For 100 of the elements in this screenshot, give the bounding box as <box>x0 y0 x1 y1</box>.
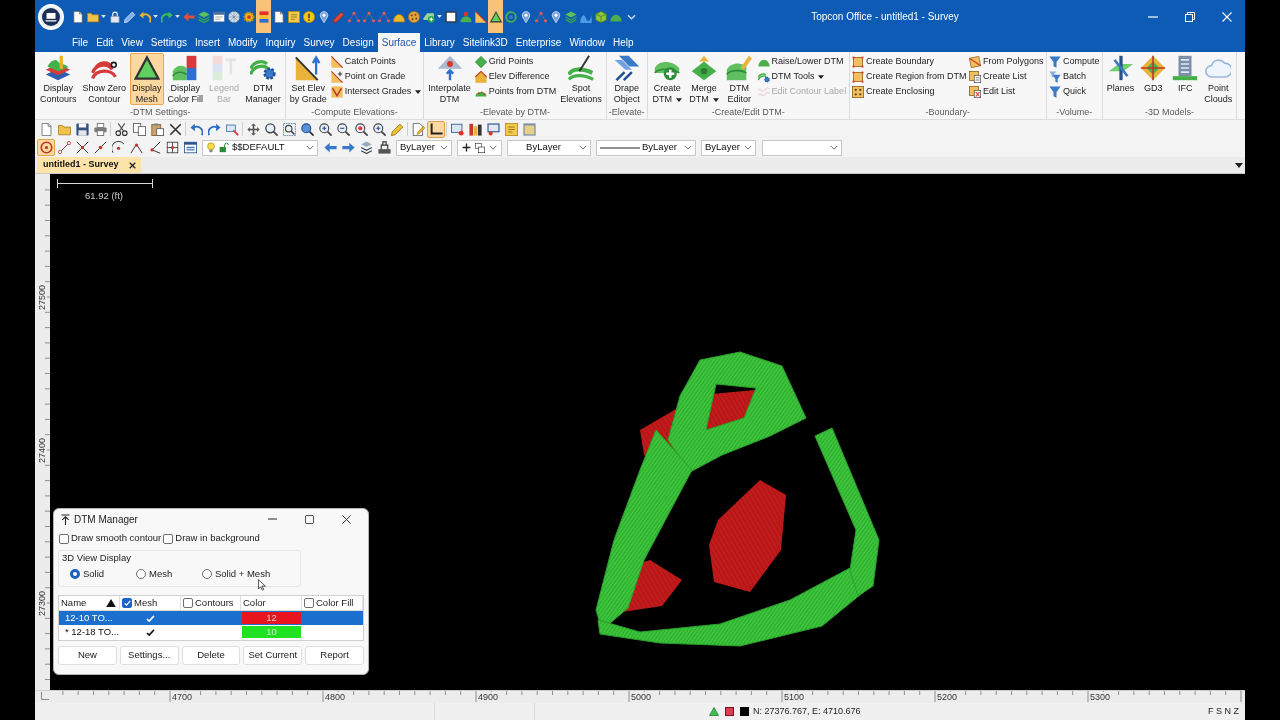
ribbon-button[interactable]: Points from DTM <box>474 84 557 99</box>
ribbon-button[interactable]: GD3 <box>1138 53 1169 105</box>
menu-item[interactable]: View <box>117 33 147 52</box>
dialog-button[interactable]: Delete <box>181 646 241 665</box>
menu-item[interactable]: Surface <box>377 33 421 52</box>
ribbon-button[interactable]: Grid Points <box>474 54 557 69</box>
radio-button[interactable] <box>70 569 80 580</box>
ribbon-button[interactable]: Compute <box>1049 54 1100 69</box>
menu-item[interactable]: Enterprise <box>511 33 566 52</box>
ribbon-button[interactable]: Interpolate DTM <box>426 53 473 105</box>
column-header[interactable]: Mesh <box>134 595 158 611</box>
scissors-button[interactable] <box>112 120 130 138</box>
linetype-dropdown[interactable]: ByLayer <box>596 139 696 156</box>
ribbon-button[interactable]: Point on Grade <box>330 69 422 84</box>
stamp-button[interactable] <box>375 139 393 156</box>
copy-button[interactable] <box>130 120 148 138</box>
ribbon-button[interactable]: IFC <box>1170 53 1201 105</box>
zoom-in-button[interactable] <box>316 120 334 138</box>
ribbon-button[interactable]: Create Region from DTM <box>852 69 967 84</box>
radio-button[interactable] <box>136 569 146 580</box>
ribbon-button[interactable]: Create List <box>969 69 1044 84</box>
document-tab[interactable]: untitled1 - Survey <box>37 157 141 173</box>
menu-item[interactable]: Survey <box>299 33 339 52</box>
ribbon-button[interactable]: Planes <box>1104 53 1137 105</box>
ribbon-button[interactable]: From Polygons <box>969 54 1044 69</box>
add-menu-button[interactable] <box>457 139 502 156</box>
list-window-button[interactable] <box>181 139 199 156</box>
checkbox[interactable] <box>59 533 69 544</box>
triangle-button[interactable] <box>488 0 503 33</box>
ribbon-button[interactable]: Display Contours <box>38 53 79 105</box>
menu-item[interactable]: Help <box>609 33 638 52</box>
menu-item[interactable]: Inquiry <box>261 33 300 52</box>
checkbox[interactable] <box>183 598 193 608</box>
dialog-button[interactable]: Set Current <box>243 646 303 665</box>
zoom-in-button[interactable] <box>370 120 388 138</box>
close-icon[interactable] <box>128 161 136 169</box>
magnifier-button[interactable] <box>352 120 370 138</box>
menu-item[interactable]: Edit <box>92 33 118 52</box>
ribbon-button[interactable]: Batch <box>1049 69 1100 84</box>
ribbon-button[interactable]: Spot Elevations <box>558 53 604 105</box>
menu-item[interactable]: Library <box>420 33 459 52</box>
magnifier-button[interactable] <box>298 120 316 138</box>
dropdown[interactable]: $$DEFAULT <box>202 139 318 156</box>
ribbon-button[interactable]: Point Clouds <box>1202 53 1235 105</box>
ribbon-button[interactable]: Intersect Grades <box>330 84 422 99</box>
ribbon-button[interactable]: Raise/Lower DTM <box>757 54 847 69</box>
save-button[interactable] <box>73 120 91 138</box>
right-angle-button[interactable] <box>427 120 445 138</box>
line-segment-button[interactable] <box>55 139 73 156</box>
ribbon-button[interactable]: Create Boundary <box>852 54 967 69</box>
note-button[interactable] <box>502 120 520 138</box>
ribbon-button[interactable]: DTM Tools <box>757 69 847 84</box>
checkbox[interactable] <box>122 598 132 608</box>
ribbon-button[interactable]: Create Enclosing <box>852 84 967 99</box>
menu-item[interactable]: Window <box>565 33 609 52</box>
dropdown[interactable]: ByLayer <box>701 139 756 156</box>
table-row[interactable]: 12-10 TO... 12 <box>59 611 363 625</box>
ribbon-button[interactable]: Show Zero Contour <box>80 53 129 105</box>
clipboard-button[interactable] <box>148 120 166 138</box>
menu-item[interactable]: Design <box>338 33 378 52</box>
ribbon-button[interactable]: Elev Difference <box>474 69 557 84</box>
column-header[interactable]: Color <box>243 595 266 611</box>
menu-item[interactable]: Sitelink3D <box>458 33 512 52</box>
column-header[interactable]: Contours <box>195 595 234 611</box>
arc-button[interactable] <box>109 139 127 156</box>
zoom-out-button[interactable] <box>334 120 352 138</box>
snap-target-button[interactable] <box>37 139 55 156</box>
menu-item[interactable]: Settings <box>146 33 191 52</box>
ribbon-button[interactable]: Catch Points <box>330 54 422 69</box>
dropdown[interactable]: ByLayer <box>396 139 452 156</box>
dropdown[interactable]: ByLayer <box>507 139 591 156</box>
move-button[interactable] <box>244 120 262 138</box>
zoom-extents-button[interactable] <box>280 120 298 138</box>
app-menu-button[interactable] <box>38 3 64 30</box>
dialog-button[interactable]: Report <box>305 646 364 665</box>
ribbon-button[interactable]: Display Mesh <box>130 53 164 105</box>
menu-item[interactable]: Insert <box>191 33 224 52</box>
color-blocks-button[interactable] <box>256 0 271 33</box>
ribbon-button[interactable]: Quick <box>1049 84 1100 99</box>
ribbon-button[interactable]: Drape Object <box>611 53 642 105</box>
printer-button[interactable] <box>91 120 109 138</box>
dialog-button[interactable]: New <box>58 646 117 665</box>
ribbon-button[interactable]: Edit List <box>969 84 1044 99</box>
ribbon-button[interactable]: Create DTM <box>650 53 684 105</box>
dialog-button[interactable]: Settings... <box>119 646 179 665</box>
chevron-down-icon[interactable] <box>627 13 636 20</box>
ribbon-button[interactable]: Merge DTM <box>687 53 721 105</box>
radio-button[interactable] <box>202 569 212 580</box>
menu-item[interactable]: Modify <box>224 33 262 52</box>
ribbon-button[interactable]: DTM Editor <box>724 53 755 105</box>
checkbox[interactable] <box>163 533 174 544</box>
column-header[interactable]: Name <box>59 596 120 610</box>
caret-icon[interactable] <box>1235 162 1243 168</box>
monitor-button[interactable] <box>484 120 502 138</box>
framed-square-button[interactable] <box>520 120 538 138</box>
ribbon-button[interactable]: Set Elev by Grade <box>287 53 329 105</box>
magnifier-button[interactable] <box>262 120 280 138</box>
column-header[interactable]: Color Fill <box>316 595 354 611</box>
ribbon-button[interactable]: Display Color Fill <box>165 53 206 105</box>
ribbon-button[interactable]: DTM Manager <box>243 53 283 105</box>
